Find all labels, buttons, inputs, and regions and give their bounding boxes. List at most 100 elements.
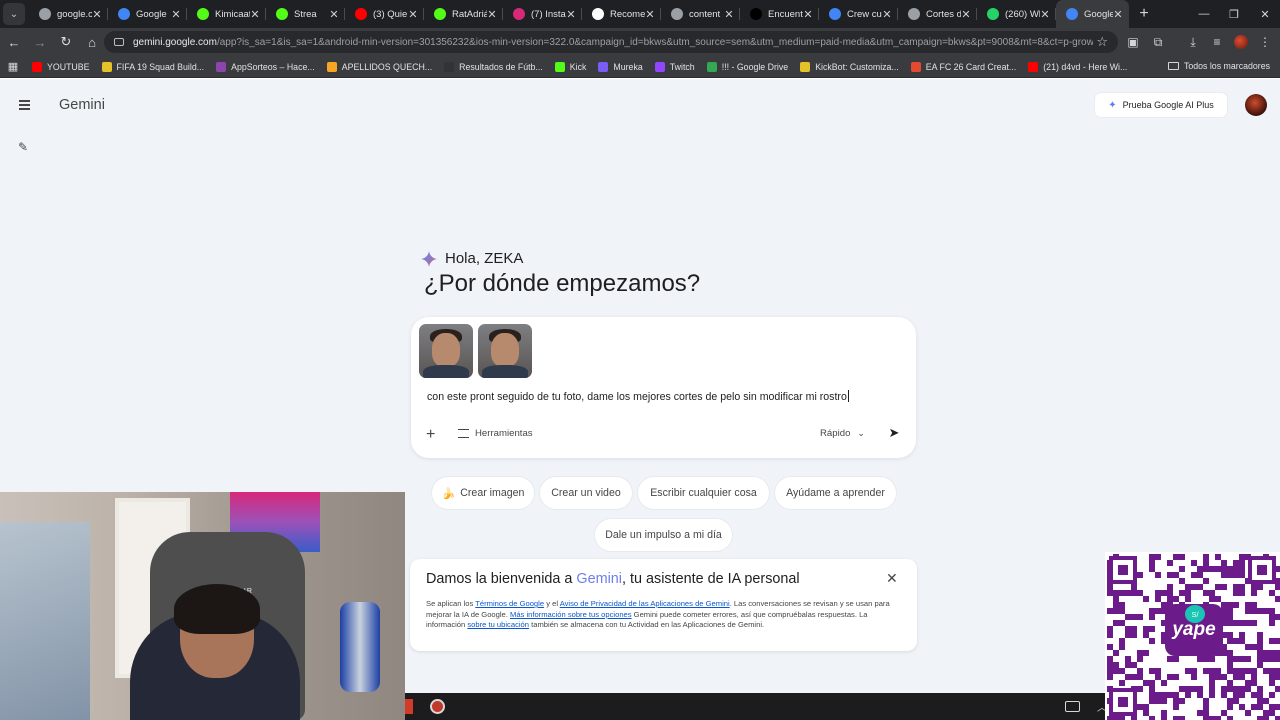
suggestion-label: Ayúdame a aprender [786,487,885,499]
browser-tab[interactable]: Cortes d ✕ [898,0,977,28]
upgrade-plus-button[interactable]: ✦ Prueba Google AI Plus [1095,93,1227,117]
taskbar-app-icon[interactable] [405,699,413,714]
close-icon[interactable]: ✕ [886,570,898,587]
tab-favicon-icon [39,8,51,20]
bookmark-item[interactable]: !!! - Google Drive [706,61,788,72]
app-title[interactable]: Gemini [59,97,105,113]
prompt-input[interactable]: con este pront seguido de tu foto, dame … [427,390,849,403]
tab-close-icon[interactable]: ✕ [171,8,181,21]
tab-close-icon[interactable]: ✕ [329,8,339,21]
bookmark-item[interactable]: Mureka [598,61,643,72]
extensions-puzzle-icon[interactable]: ⧉ [1146,28,1170,56]
account-avatar[interactable] [1245,94,1267,116]
news-widget-icon[interactable] [1065,701,1080,712]
browser-tab[interactable]: Google ✕ [108,0,187,28]
browser-tab[interactable]: Crew cut ✕ [819,0,898,28]
tab-close-icon[interactable]: ✕ [487,8,497,21]
bookmark-item[interactable]: Resultados de Fútb... [444,61,543,72]
tab-close-icon[interactable]: ✕ [803,8,813,21]
location-link[interactable]: sobre tu ubicación [467,620,529,629]
menu-hamburger-icon[interactable] [19,100,30,113]
address-bar[interactable]: gemini.google.com/app?is_sa=1&is_sa=1&an… [104,31,1118,53]
welcome-text: Se aplican los [426,599,476,608]
tabs-container: google.c✕Google✕Kimicaat✕Strea✕(3) Quien… [29,0,1129,28]
browser-tab[interactable]: Strea ✕ [266,0,345,28]
suggestion-chip-escribir[interactable]: Escribir cualquier cosa [638,477,769,509]
prompt-composer[interactable]: con este pront seguido de tu foto, dame … [411,317,916,458]
suggestion-chip-aprender[interactable]: Ayúdame a aprender [775,477,896,509]
terms-link[interactable]: Términos de Google [475,599,544,608]
bookmark-item[interactable]: KickBot: Customiza... [800,61,899,72]
bookmark-star-icon[interactable]: ☆ [1096,34,1108,50]
tab-close-icon[interactable]: ✕ [1113,8,1123,21]
browser-tab[interactable]: (3) Quien✕ [345,0,424,28]
options-link[interactable]: Más información sobre tus opciones [510,610,632,619]
tab-close-icon[interactable]: ✕ [250,8,260,21]
close-window-button[interactable]: ✕ [1250,0,1280,28]
bookmark-item[interactable]: APELLIDOS QUECH... [326,61,432,72]
text-caret [847,390,849,402]
new-chat-icon[interactable]: ✎ [18,140,30,154]
attached-image-thumbnail[interactable] [419,324,473,378]
all-bookmarks-button[interactable]: Todos los marcadores [1167,61,1270,71]
browser-tab[interactable]: (260) Wh✕ [977,0,1056,28]
downloads-icon[interactable]: ⤓ [1181,28,1205,56]
send-button[interactable]: ➤ [885,424,903,442]
browser-tab[interactable]: Google ✕ [1056,0,1129,28]
add-files-plus-icon[interactable]: + [426,426,435,444]
url-text[interactable]: gemini.google.com/app?is_sa=1&is_sa=1&an… [133,37,1093,48]
tools-sliders-icon [458,429,469,438]
upgrade-plus-label: Prueba Google AI Plus [1122,100,1214,110]
forward-button[interactable]: → [28,30,52,54]
new-tab-button[interactable]: + [1133,5,1155,23]
tools-button[interactable]: Herramientas [458,428,533,439]
browser-tab[interactable]: Kimicaat ✕ [187,0,266,28]
apps-grid-icon[interactable]: ▦ [0,60,26,73]
suggestion-chip-impulso[interactable]: Dale un impulso a mi día [595,519,732,551]
tab-favicon-icon [750,8,762,20]
extension-icon[interactable]: ▣ [1121,28,1145,56]
browser-tab[interactable]: RatAdriá ✕ [424,0,503,28]
back-button[interactable]: ← [2,30,26,54]
tab-close-icon[interactable]: ✕ [961,8,971,21]
yape-qr-code: yape S/ [1105,552,1280,720]
browser-tab[interactable]: Recomen✕ [582,0,661,28]
suggestion-chip-crear-video[interactable]: Crear un video [540,477,632,509]
model-mode-selector[interactable]: Rápido ⌄ [820,428,865,439]
minimize-button[interactable]: — [1189,0,1219,28]
home-button[interactable]: ⌂ [80,30,104,54]
suggestion-chip-crear-imagen[interactable]: 🍌 Crear imagen [432,477,534,509]
bookmark-item[interactable]: FIFA 19 Squad Build... [101,61,204,72]
site-info-icon[interactable] [114,38,124,46]
tab-close-icon[interactable]: ✕ [724,8,734,21]
bookmark-item[interactable]: AppSorteos – Hace... [216,61,315,72]
bookmark-label: Resultados de Fútb... [459,61,543,72]
browser-tab[interactable]: google.c ✕ [29,0,108,28]
media-control-icon[interactable]: ≡ [1205,28,1229,56]
maximize-button[interactable]: ❐ [1219,0,1249,28]
bookmark-item[interactable]: EA FC 26 Card Creat... [910,61,1016,72]
browser-tab[interactable]: (7) Instag✕ [503,0,582,28]
bookmark-item[interactable]: Twitch [654,61,695,72]
taskbar-record-icon[interactable] [430,699,445,714]
attached-image-thumbnail[interactable] [478,324,532,378]
browser-tab[interactable]: content ✕ [661,0,740,28]
menu-kebab-icon[interactable]: ⋮ [1253,28,1277,56]
bookmark-item[interactable]: YOUTUBE [32,61,90,72]
soles-badge: S/ [1185,605,1205,623]
tab-close-icon[interactable]: ✕ [566,8,576,21]
reload-button[interactable]: ↻ [54,30,78,54]
tab-close-icon[interactable]: ✕ [1040,8,1050,21]
tab-close-icon[interactable]: ✕ [882,8,892,21]
qr-finder [1109,688,1137,716]
tab-close-icon[interactable]: ✕ [92,8,102,21]
tab-close-icon[interactable]: ✕ [645,8,655,21]
privacy-link[interactable]: Aviso de Privacidad de las Aplicaciones … [560,599,730,608]
browser-tab[interactable]: Encuentr ✕ [740,0,819,28]
bookmark-item[interactable]: (21) d4vd - Here Wi... [1028,61,1127,72]
tab-search-button[interactable]: ⌄ [3,3,25,25]
bookmark-item[interactable]: Kick [554,61,586,72]
profile-button[interactable] [1229,28,1253,56]
bookmark-label: KickBot: Customiza... [815,61,899,72]
tab-close-icon[interactable]: ✕ [408,8,418,21]
